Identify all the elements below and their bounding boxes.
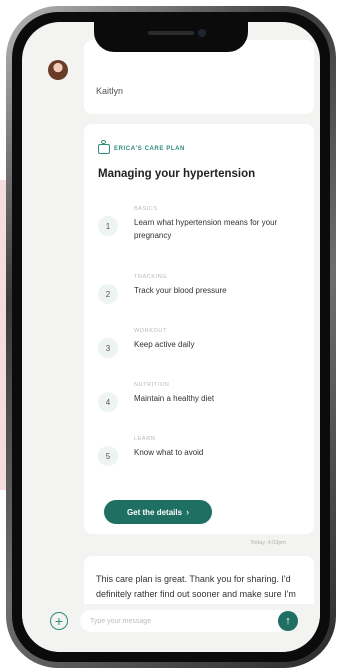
get-details-button[interactable]: Get the details › — [104, 500, 212, 524]
step-number: 3 — [98, 338, 118, 358]
step-category: WORKOUT — [134, 328, 167, 334]
step-category: NUTRITION — [134, 382, 170, 388]
step-text: Keep active daily — [134, 340, 195, 349]
speaker-grille — [148, 31, 194, 35]
step-text: Track your blood pressure — [134, 286, 227, 295]
chevron-right-icon: › — [186, 507, 190, 517]
care-plan-step[interactable]: 4 NUTRITION Maintain a healthy diet — [98, 382, 308, 428]
phone-bezel: Kaitlyn ERICA'S CARE PLAN Managing your … — [12, 12, 330, 662]
care-plan-badge: ERICA'S CARE PLAN — [98, 140, 185, 154]
care-plan-step[interactable]: 1 BASICS Learn what hypertension means f… — [98, 206, 308, 252]
step-category: TRACKING — [134, 274, 168, 280]
care-plan-badge-label: ERICA'S CARE PLAN — [114, 146, 185, 152]
phone-screen: Kaitlyn ERICA'S CARE PLAN Managing your … — [22, 22, 320, 652]
message-composer: + ↑ — [22, 604, 320, 652]
message-input[interactable] — [80, 610, 290, 632]
front-camera — [198, 29, 206, 37]
get-details-label: Get the details — [126, 507, 183, 517]
care-plan-step[interactable]: 3 WORKOUT Keep active daily — [98, 328, 308, 374]
step-text: Maintain a healthy diet — [134, 394, 215, 403]
step-text: Know what to avoid — [134, 448, 204, 457]
add-attachment-button[interactable]: + — [50, 612, 68, 630]
step-number: 2 — [98, 284, 118, 304]
step-number: 4 — [98, 392, 118, 412]
step-category: LEARN — [134, 436, 156, 442]
care-plan-title: Managing your hypertension — [98, 168, 256, 180]
care-plan-icon — [98, 140, 110, 154]
step-number: 5 — [98, 446, 118, 466]
phone-frame: Kaitlyn ERICA'S CARE PLAN Managing your … — [6, 6, 336, 668]
care-plan-step[interactable]: 5 LEARN Know what to avoid — [98, 436, 308, 482]
step-number: 1 — [98, 216, 118, 236]
care-plan-card: ERICA'S CARE PLAN Managing your hyperten… — [84, 124, 314, 534]
avatar[interactable] — [48, 60, 68, 80]
send-button[interactable]: ↑ — [278, 611, 298, 631]
step-text: Learn what hypertension means for your p… — [134, 218, 278, 240]
care-plan-step[interactable]: 2 TRACKING Track your blood pressure — [98, 274, 308, 320]
sender-name: Kaitlyn — [96, 86, 124, 96]
phone-notch — [94, 22, 248, 52]
message-timestamp: Today, 4:03pm — [250, 540, 286, 546]
step-category: BASICS — [134, 206, 158, 212]
